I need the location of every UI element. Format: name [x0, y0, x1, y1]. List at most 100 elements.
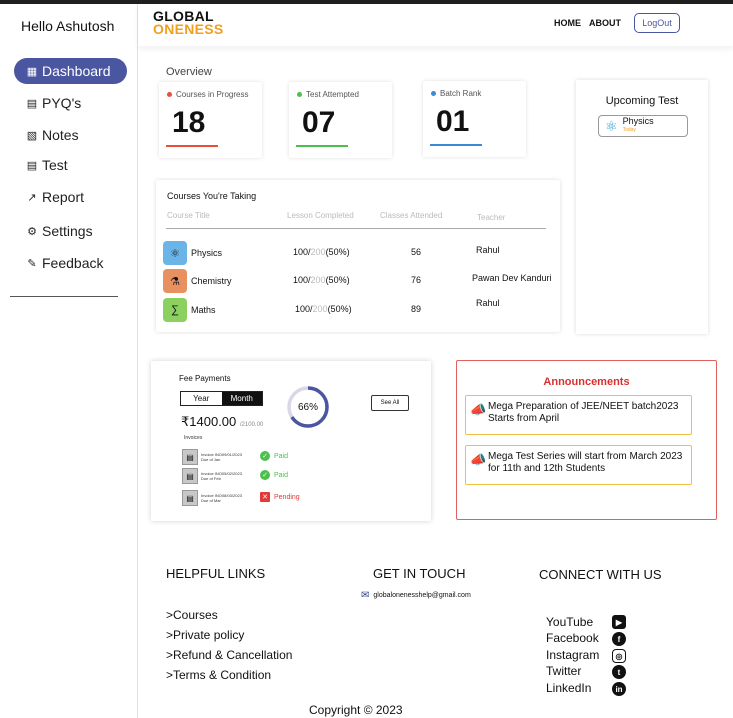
- overview-label: Overview: [166, 66, 212, 78]
- social-label-linkedin[interactable]: LinkedIn: [546, 681, 591, 695]
- course-teacher: Pawan Dev Kanduri: [472, 273, 552, 283]
- invoice-row[interactable]: ▤ Invoice INO05/02/2023 Due of Feb ✓ Paid: [182, 468, 362, 484]
- copyright: Copyright © 2023: [309, 703, 403, 717]
- logo[interactable]: GLOBAL ONENESS: [153, 9, 224, 37]
- sidebar-item-dashboard[interactable]: ▦ Dashboard: [14, 58, 127, 84]
- course-attended: 56: [411, 247, 422, 257]
- megaphone-icon: 📣: [470, 452, 487, 467]
- instagram-icon[interactable]: ◎: [612, 649, 626, 663]
- col-header-teacher: Teacher: [477, 213, 506, 222]
- stat-underline: [296, 145, 348, 147]
- logo-line2: ONENESS: [153, 21, 224, 37]
- social-label-twitter[interactable]: Twitter: [546, 664, 581, 678]
- invoices-label: Invoices: [184, 435, 203, 441]
- invoice-due: Due of Mar: [201, 498, 221, 503]
- stat-underline: [430, 144, 482, 146]
- toggle-year[interactable]: Year: [181, 392, 222, 405]
- fee-title: Fee Payments: [179, 374, 231, 383]
- course-progress: 100/200(50%): [295, 304, 352, 314]
- progress-total: 200: [310, 275, 326, 285]
- logout-button[interactable]: LogOut: [634, 13, 680, 33]
- course-teacher: Rahul: [476, 298, 500, 308]
- stat-label-wrap: Batch Rank: [431, 89, 481, 98]
- connect-title: CONNECT WITH US: [539, 567, 662, 582]
- invoice-row[interactable]: ▤ Invoice INO09/01/2023 Due of Jan ✓ Paid: [182, 449, 362, 465]
- sidebar-item-settings[interactable]: ⚙ Settings: [26, 218, 93, 244]
- maths-icon: ∑: [163, 298, 187, 322]
- social-label-facebook[interactable]: Facebook: [546, 631, 599, 645]
- invoice-status: ✓ Paid: [260, 451, 288, 461]
- upcoming-test-sub: Today: [622, 127, 636, 133]
- stat-value: 01: [436, 105, 470, 138]
- footer-link-courses[interactable]: >Courses: [166, 608, 218, 622]
- invoice-icon: ▤: [182, 449, 198, 465]
- helpful-links-title: HELPFUL LINKS: [166, 566, 266, 581]
- stat-card-tests: Test Attempted 07: [289, 82, 392, 158]
- sidebar-item-pyq[interactable]: ▤ PYQ's: [26, 90, 81, 116]
- course-name: Maths: [191, 305, 216, 315]
- invoice-status: ✓ Paid: [260, 470, 288, 480]
- course-name: Physics: [191, 248, 223, 258]
- invoice-icon: ▤: [182, 490, 198, 506]
- report-icon: ↗: [27, 191, 37, 204]
- toggle-month[interactable]: Month: [221, 392, 262, 405]
- nav-home-link[interactable]: HOME: [554, 18, 581, 28]
- nav-about-link[interactable]: ABOUT: [589, 18, 621, 28]
- see-all-button[interactable]: See All: [371, 395, 409, 411]
- twitter-icon[interactable]: t: [612, 665, 626, 679]
- stat-label: Courses in Progress: [176, 90, 249, 99]
- upcoming-test-title: Upcoming Test: [605, 95, 679, 107]
- upcoming-test-subject: Physics: [622, 116, 654, 126]
- fee-paid: ₹1400.00: [181, 414, 237, 429]
- cross-icon: ✕: [260, 492, 270, 502]
- footer-link-terms[interactable]: >Terms & Condition: [166, 668, 271, 682]
- footer-link-refund[interactable]: >Refund & Cancellation: [166, 648, 292, 662]
- courses-title: Courses You're Taking: [167, 191, 257, 201]
- announcement-item[interactable]: 📣 Mega Preparation of JEE/NEET batch2023…: [465, 395, 692, 435]
- announcement-item[interactable]: 📣 Mega Test Series will start from March…: [465, 445, 692, 485]
- col-header-course: Course Title: [167, 211, 210, 220]
- footer-email[interactable]: ✉ globalonenesshelp@gmail.com: [361, 590, 471, 601]
- social-label-instagram[interactable]: Instagram: [546, 648, 599, 662]
- sidebar-item-label: Report: [42, 189, 85, 205]
- course-name: Chemistry: [191, 276, 232, 286]
- invoice-due: Due of Feb: [201, 476, 221, 481]
- invoice-row[interactable]: ▤ Invoice INO08/03/2023 Due of Mar ✕ Pendi…: [182, 490, 362, 506]
- footer-link-privacy[interactable]: >Private policy: [166, 628, 244, 642]
- sidebar-divider: [10, 296, 118, 297]
- sidebar-item-label: Test: [42, 157, 68, 173]
- table-row[interactable]: ⚗ Chemistry 100/200(50%) 76 Pawan Dev Ka…: [156, 269, 560, 293]
- upcoming-test-card[interactable]: ⚛ Physics Today: [598, 115, 688, 137]
- table-row[interactable]: ⚛ Physics 100/200(50%) 56 Rahul: [156, 241, 560, 265]
- feedback-icon: ✎: [27, 257, 37, 270]
- announcements-panel: Announcements 📣 Mega Preparation of JEE/…: [456, 360, 717, 520]
- table-row[interactable]: ∑ Maths 100/200(50%) 89 Rahul: [156, 298, 560, 322]
- sidebar-item-notes[interactable]: ▧ Notes: [26, 122, 79, 148]
- announcements-title: Announcements: [543, 376, 630, 388]
- linkedin-icon[interactable]: in: [612, 682, 626, 696]
- stat-underline: [166, 145, 218, 147]
- sidebar-item-label: Dashboard: [42, 63, 111, 79]
- course-teacher: Rahul: [476, 245, 500, 255]
- sidebar-item-label: Feedback: [42, 255, 104, 271]
- sidebar-item-test[interactable]: ▤ Test: [26, 152, 68, 178]
- facebook-icon[interactable]: f: [612, 632, 626, 646]
- notes-icon: ▧: [26, 129, 38, 142]
- sidebar-item-report[interactable]: ↗ Report: [26, 184, 84, 210]
- stat-card-courses: Courses in Progress 18: [159, 82, 262, 158]
- stat-value: 07: [302, 106, 336, 139]
- header-divider: [166, 228, 546, 229]
- status-text: Pending: [274, 493, 300, 501]
- youtube-icon[interactable]: ▶: [612, 615, 626, 629]
- sidebar-item-feedback[interactable]: ✎ Feedback: [26, 250, 103, 276]
- fee-amount: ₹1400.00 /2100.00: [181, 414, 263, 430]
- invoice-due: Due of Jan: [201, 457, 221, 462]
- email-text: globalonenesshelp@gmail.com: [373, 592, 471, 599]
- course-attended: 89: [411, 304, 422, 314]
- courses-panel: Courses You're Taking Course Title Lesso…: [156, 180, 560, 332]
- announcement-text: Mega Preparation of JEE/NEET batch2023 S…: [488, 401, 679, 424]
- status-dot-icon: [167, 92, 172, 97]
- sidebar-item-label: Settings: [42, 223, 93, 239]
- sidebar-item-label: Notes: [42, 127, 79, 143]
- social-label-youtube[interactable]: YouTube: [546, 615, 593, 629]
